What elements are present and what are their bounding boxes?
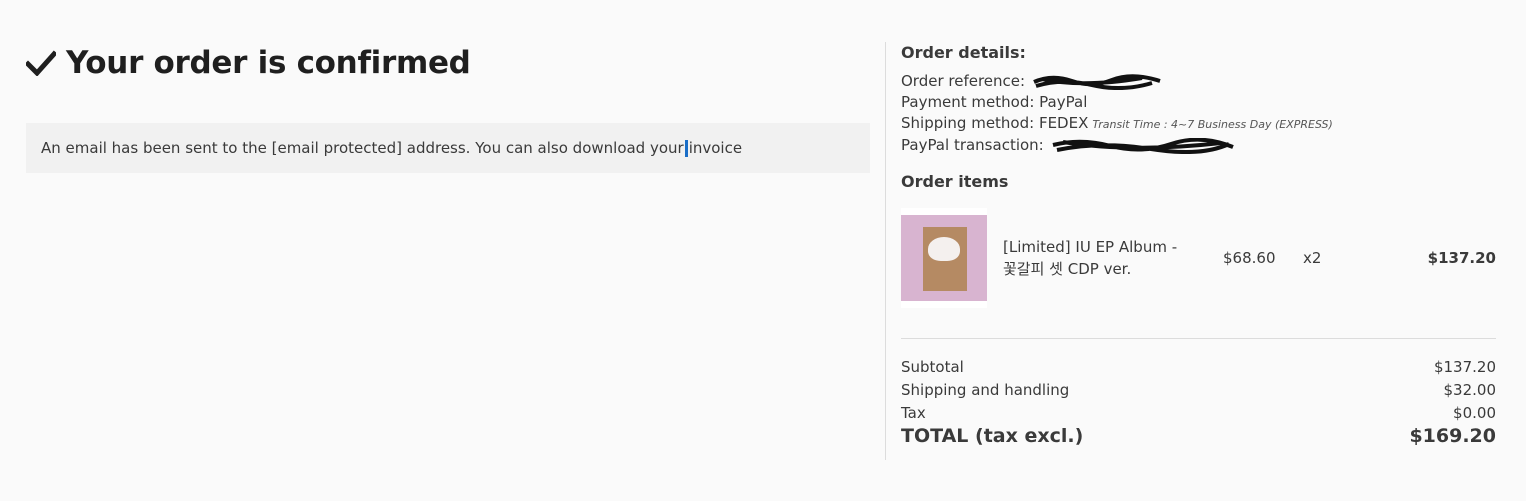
shipping-value: $32.00 [1443, 381, 1497, 399]
shipping-label: Shipping and handling [901, 381, 1070, 399]
album-cover-image [901, 215, 987, 301]
subtotal-label: Subtotal [901, 358, 964, 376]
paypal-transaction-line: PayPal transaction: [901, 135, 1496, 156]
confirmation-section: Your order is confirmed An email has bee… [26, 40, 870, 173]
checkmark-icon [26, 50, 56, 76]
product-image[interactable] [901, 208, 987, 308]
totals-section: Subtotal $137.20 Shipping and handling $… [901, 356, 1496, 447]
redaction-scribble [1033, 73, 1161, 90]
column-divider [885, 42, 886, 460]
shipping-row: Shipping and handling $32.00 [901, 379, 1496, 402]
order-reference-label: Order reference: [901, 72, 1026, 90]
page-title: Your order is confirmed [26, 40, 870, 86]
album-art-figure [928, 237, 960, 261]
shipping-method-line: Shipping method: FEDEX Transit Time : 4~7… [901, 113, 1496, 135]
tax-row: Tax $0.00 [901, 402, 1496, 425]
order-summary: Order details: Order reference: Payment … [901, 43, 1496, 447]
redaction-scribble [1052, 137, 1234, 154]
order-item: [Limited] IU EP Album - 꽃갈피 셋 CDP ver. $… [901, 208, 1496, 308]
paypal-transaction-label: PayPal transaction: [901, 136, 1044, 154]
quantity: x2 [1303, 249, 1322, 267]
invoice-link[interactable]: invoice [689, 139, 742, 157]
payment-method: Payment method: PayPal [901, 93, 1088, 111]
shipping-method: Shipping method: FEDEX [901, 114, 1089, 132]
notice-text: An email has been sent to the [email pro… [41, 139, 684, 157]
product-name-line1: [Limited] IU EP Album - [1003, 238, 1178, 256]
order-reference-line: Order reference: [901, 71, 1496, 92]
summary-separator [901, 338, 1496, 339]
transit-time: Transit Time : 4~7 Business Day (EXPRESS… [1092, 118, 1333, 131]
title-text: Your order is confirmed [66, 45, 471, 81]
order-items-heading: Order items [901, 172, 1009, 191]
order-details: Order reference: Payment method: PayPal … [901, 71, 1496, 156]
total-label: TOTAL (tax excl.) [901, 425, 1084, 447]
text-cursor [684, 139, 688, 157]
subtotal-row: Subtotal $137.20 [901, 356, 1496, 379]
tax-value: $0.00 [1453, 404, 1496, 422]
order-details-heading: Order details: [901, 43, 1026, 62]
total-row: TOTAL (tax excl.) $169.20 [901, 425, 1496, 447]
product-name-line2: 꽃갈피 셋 CDP ver. [1003, 260, 1132, 278]
unit-price: $68.60 [1223, 249, 1276, 267]
subtotal-value: $137.20 [1433, 358, 1496, 376]
item-total: $137.20 [1427, 249, 1496, 267]
email-notice: An email has been sent to the [email pro… [26, 123, 870, 173]
tax-label: Tax [901, 404, 926, 422]
product-name[interactable]: [Limited] IU EP Album - 꽃갈피 셋 CDP ver. [1003, 236, 1223, 280]
total-value: $169.20 [1409, 425, 1496, 447]
